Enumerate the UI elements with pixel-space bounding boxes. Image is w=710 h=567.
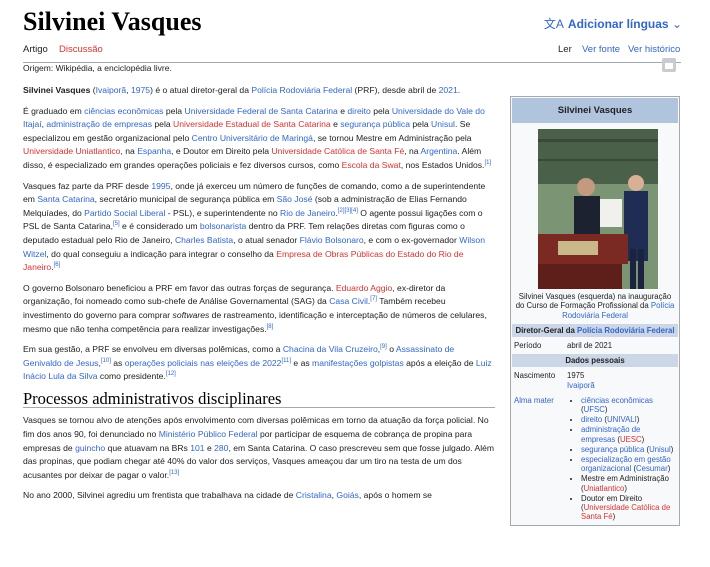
tab-bar: Artigo Discussão Ler Ver fonte Ver histó… [23, 42, 681, 63]
link[interactable]: administração de empresas [46, 119, 152, 129]
link-red[interactable]: Universidade Estadual de Santa Catarina [173, 119, 331, 129]
language-icon: 文A [543, 17, 564, 31]
paragraph-disciplinary: Vasques se tornou alvo de atenções após … [23, 415, 495, 480]
link[interactable]: operações policiais nas eleições de 2022 [125, 358, 282, 368]
infobox-row-alma-mater: Alma mater ciências econômicas (UFSC) di… [511, 393, 679, 526]
link[interactable]: 2021 [439, 85, 458, 95]
link-red[interactable]: Universidade Católica de Santa Fé [271, 146, 404, 156]
link-red[interactable]: Eduardo Aggio [336, 283, 392, 293]
page-header: Silvinei Vasques 文A Adicionar línguas ⌄ [23, 6, 687, 38]
article-body: Silvinei Vasques (Ivaiporã, 1975) é o at… [23, 84, 495, 510]
paragraph-controversies: Em sua gestão, a PRF se envolveu em dive… [23, 344, 492, 382]
reference[interactable]: [11] [281, 358, 291, 364]
section-heading: Processos administrativos disciplinares [23, 390, 495, 409]
link[interactable]: Ivaiporã [567, 381, 595, 390]
paragraph-career: Vasques faz parte da PRF desde 1995, ond… [23, 180, 486, 273]
reference[interactable]: [5] [113, 221, 120, 227]
link[interactable]: guincho [75, 443, 105, 453]
link[interactable]: 1995 [151, 181, 170, 191]
alma-mater-list: ciências econômicas (UFSC) direito (UNIV… [567, 396, 676, 522]
link[interactable]: 280 [214, 443, 228, 453]
list-item: Mestre em Administração (Uniatlantico) [581, 474, 676, 492]
infobox-row-birth: Nascimento 1975 Ivaiporã [514, 371, 595, 390]
link[interactable]: Alma mater [514, 396, 554, 405]
reference[interactable]: [6] [54, 262, 61, 268]
link[interactable]: Santa Catarina [37, 194, 94, 204]
paragraph-government: O governo Bolsonaro beneficiou a PRF em … [23, 282, 487, 334]
link[interactable]: Chacina da Vila Cruzeiro [283, 344, 378, 354]
link[interactable]: ciências econômicas [84, 106, 163, 116]
link[interactable]: Casa Civil [329, 296, 368, 306]
chevron-down-icon: ⌄ [671, 17, 682, 31]
link[interactable]: Charles Batista [175, 235, 233, 245]
tab-ler[interactable]: Ler [558, 44, 572, 55]
reference[interactable]: [10] [101, 358, 111, 364]
link[interactable]: Partido Social Liberal [84, 208, 165, 218]
reference[interactable]: [7] [370, 296, 377, 302]
link[interactable]: Ivaiporã [96, 85, 127, 95]
link[interactable]: Espanha [137, 146, 171, 156]
tab-artigo[interactable]: Artigo [23, 44, 48, 55]
infobox-section-personal: Dados pessoais [512, 354, 678, 368]
infobox-title: Silvinei Vasques [512, 98, 678, 124]
list-item: Doutor em Direito (Universidade Católica… [581, 494, 676, 522]
link[interactable]: direito [347, 106, 370, 116]
infobox-row-period: Período abril de 2021 [514, 341, 613, 351]
link[interactable]: Universidade Federal de Santa Catarina [184, 106, 337, 116]
reference[interactable]: [13] [169, 470, 179, 476]
reference[interactable]: [8] [267, 324, 274, 330]
link[interactable]: São José [277, 194, 313, 204]
list-item: administração de empresas (UESC) [581, 425, 676, 443]
link-red[interactable]: Escola da Swat [342, 160, 401, 170]
link[interactable]: Rio de Janeiro [280, 208, 335, 218]
reference[interactable]: [9] [380, 344, 387, 350]
infobox-section-director: Diretor-Geral da Polícia Rodoviária Fede… [512, 323, 678, 338]
tab-discussao[interactable]: Discussão [59, 44, 103, 55]
list-item: especialização em gestão organizacional … [581, 455, 676, 473]
link[interactable]: Flávio Bolsonaro [300, 235, 364, 245]
link[interactable]: 101 [190, 443, 204, 453]
link-red[interactable]: Universidade Uniatlantico [23, 146, 120, 156]
list-item: direito (UNIVALI) [581, 415, 676, 424]
link[interactable]: Ministério Público Federal [159, 429, 258, 439]
reference[interactable]: [12] [166, 371, 176, 377]
link[interactable]: Unisul [431, 119, 455, 129]
link[interactable]: Polícia Rodoviária Federal [577, 326, 675, 335]
add-languages-button[interactable]: 文A Adicionar línguas ⌄ [544, 15, 682, 32]
link[interactable]: bolsonarista [200, 221, 246, 231]
reference[interactable]: [2][3][4] [338, 208, 358, 214]
link[interactable]: Cristalina [296, 490, 332, 500]
link[interactable]: manifestações golpistas [312, 358, 404, 368]
link[interactable]: Argentina [421, 146, 458, 156]
link[interactable]: Centro Universitário de Maringá [192, 133, 313, 143]
photo-illustration [538, 129, 658, 290]
link[interactable]: 1975 [131, 85, 150, 95]
tab-ver-fonte[interactable]: Ver fonte [582, 44, 620, 55]
infobox-caption: Silvinei Vasques (esquerda) na inauguraç… [515, 292, 675, 320]
infobox-photo[interactable] [538, 129, 658, 290]
paragraph-intro: Silvinei Vasques (Ivaiporã, 1975) é o at… [23, 85, 461, 95]
link[interactable]: Goiás [336, 490, 358, 500]
paragraph-education: É graduado em ciências econômicas pela U… [23, 105, 492, 170]
link[interactable]: segurança pública [340, 119, 410, 129]
list-item: ciências econômicas (UFSC) [581, 396, 676, 414]
infobox: Silvinei Vasques Silvinei Vasques (esque… [510, 96, 680, 527]
paragraph-2000: No ano 2000, Silvinei agrediu um frentis… [23, 490, 432, 501]
site-subtitle: Origem: Wikipédia, a enciclopédia livre. [23, 63, 172, 73]
reference[interactable]: [1] [484, 160, 491, 166]
list-item: segurança pública (Unisul) [581, 445, 676, 454]
link[interactable]: Polícia Rodoviária Federal [251, 85, 352, 95]
page-control-icon[interactable] [662, 58, 676, 72]
tab-ver-historico[interactable]: Ver histórico [628, 44, 680, 55]
